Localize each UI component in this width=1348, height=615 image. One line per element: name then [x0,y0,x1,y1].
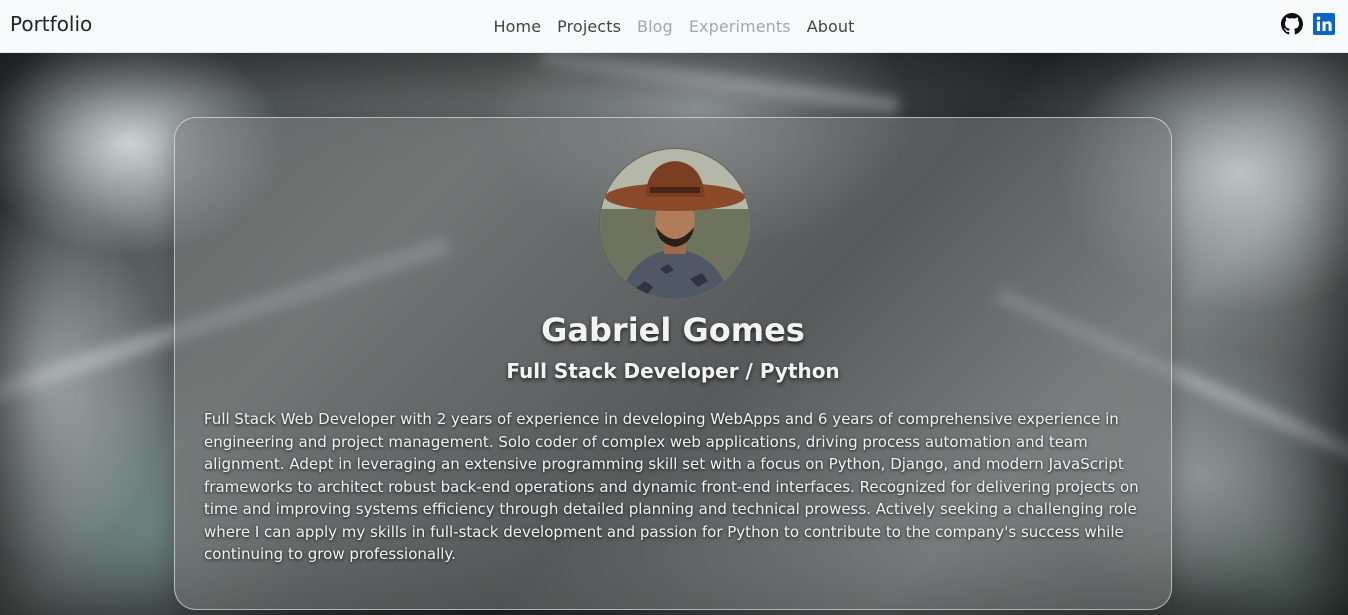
linkedin-link[interactable] [1313,13,1335,35]
profile-name: Gabriel Gomes [541,311,805,349]
profile-card: Gabriel Gomes Full Stack Developer / Pyt… [174,117,1172,610]
profile-role: Full Stack Developer / Python [506,359,840,383]
profile-bio: Full Stack Web Developer with 2 years of… [204,410,1139,563]
nav-link-projects[interactable]: Projects [557,17,621,36]
linkedin-icon [1313,13,1335,35]
nav-link-experiments[interactable]: Experiments [689,17,791,36]
nav-link-home[interactable]: Home [493,17,541,36]
avatar [599,148,751,300]
github-link[interactable] [1281,13,1303,35]
navbar: Portfolio Home Projects Blog Experiments… [0,0,1348,53]
brand-link[interactable]: Portfolio [10,12,92,36]
main-nav: Home Projects Blog Experiments About [0,0,1348,53]
nav-link-about[interactable]: About [807,17,855,36]
profile-photo [600,149,750,299]
social-links [1281,13,1335,35]
nav-link-blog[interactable]: Blog [637,17,673,36]
github-icon [1281,13,1303,35]
